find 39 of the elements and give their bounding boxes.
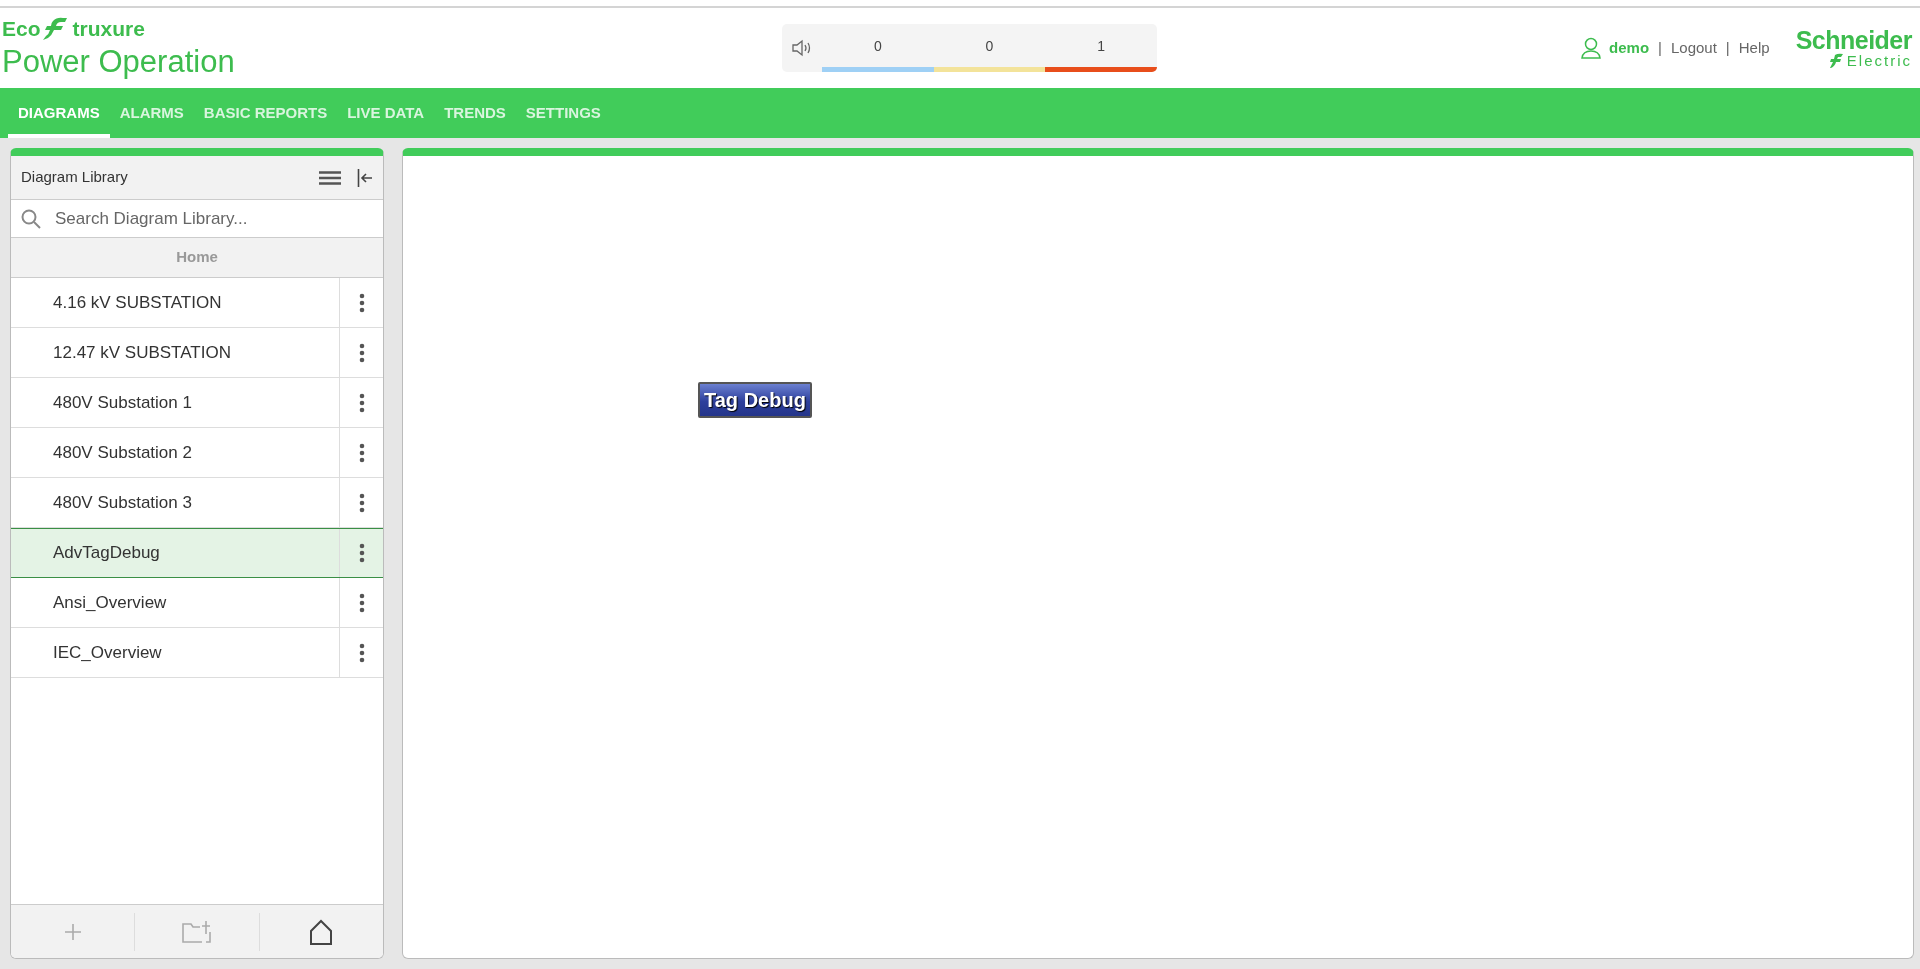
plus-icon <box>63 922 82 941</box>
home-icon <box>309 918 334 945</box>
logo-text: truxure <box>72 18 145 40</box>
header-link[interactable]: Logout <box>1670 36 1717 60</box>
diagram-list-item[interactable]: IEC_Overview <box>11 628 383 678</box>
speaker-icon[interactable] <box>791 39 813 57</box>
diagram-button[interactable]: Tag Debug <box>698 382 812 418</box>
separator: | <box>1658 37 1662 58</box>
diagram-list-item[interactable]: AdvTagDebug <box>11 528 383 578</box>
more-icon <box>358 543 365 563</box>
folder-plus-icon <box>182 919 212 944</box>
alarm-count[interactable]: 0 <box>822 24 934 57</box>
logo-text: Eco <box>2 18 41 40</box>
diagram-list-item[interactable]: 4.16 kV SUBSTATION <box>11 278 383 328</box>
logo-text: Schneider <box>1795 27 1912 53</box>
user-icon <box>1581 37 1602 59</box>
more-icon <box>358 342 365 363</box>
logo-text: Electric <box>1846 53 1912 68</box>
alarm-count[interactable]: 0 <box>933 24 1046 57</box>
logo-icon <box>1828 52 1845 69</box>
app-title: Power Operation <box>2 44 236 80</box>
separator: | <box>1725 37 1730 58</box>
collapse-icon[interactable] <box>357 167 373 188</box>
more-icon <box>358 292 365 313</box>
diagram-list-item[interactable]: 480V Substation 2 <box>11 428 383 478</box>
alarm-banner[interactable]: 0 0 1 <box>782 24 1157 72</box>
menu-icon[interactable] <box>319 170 341 185</box>
header-link[interactable]: Help <box>1738 36 1770 60</box>
more-icon <box>358 442 365 463</box>
more-icon <box>358 492 365 513</box>
search-icon <box>21 208 41 229</box>
diagram-list-item[interactable]: Ansi_Overview <box>11 578 383 628</box>
diagram-list-item[interactable]: 480V Substation 1 <box>11 378 383 428</box>
panel-title: Diagram Library <box>21 167 128 188</box>
more-icon <box>358 642 365 663</box>
more-icon <box>358 592 365 613</box>
more-icon <box>358 392 365 413</box>
diagram-list-item[interactable]: 12.47 kV SUBSTATION <box>11 328 383 378</box>
alarm-count[interactable]: 1 <box>1045 24 1157 57</box>
